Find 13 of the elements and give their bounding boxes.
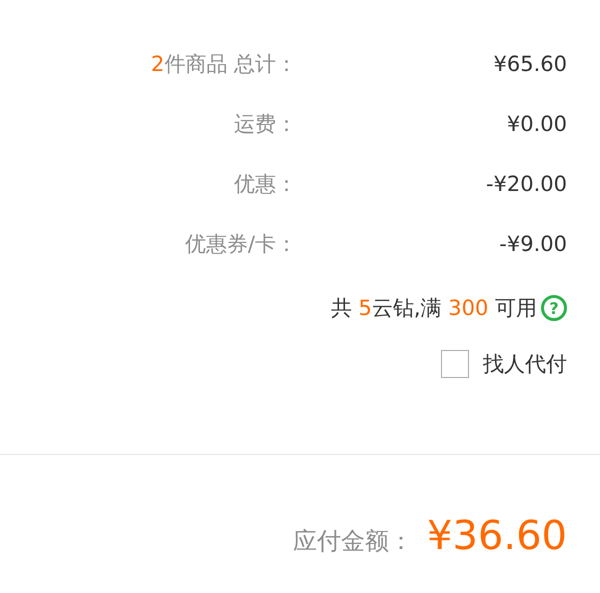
summary-value: -¥9.00 xyxy=(499,231,567,258)
summary-value: ¥0.00 xyxy=(506,111,567,138)
diamonds-info: 共 5云钻,满 300 可用 xyxy=(330,295,537,322)
total-amount: ¥36.60 xyxy=(427,513,567,559)
summary-value: -¥20.00 xyxy=(486,171,567,198)
total-label: 应付金额： xyxy=(293,526,414,557)
summary-label: 优惠： xyxy=(234,171,297,198)
summary-label: 2件商品 总计： xyxy=(150,51,297,78)
summary-label: 运费： xyxy=(234,111,297,138)
pay-for-me-label[interactable]: 找人代付 xyxy=(483,350,567,378)
pay-for-me-checkbox[interactable] xyxy=(441,350,469,378)
summary-label: 优惠券/卡： xyxy=(184,231,297,258)
summary-value: ¥65.60 xyxy=(494,51,567,78)
